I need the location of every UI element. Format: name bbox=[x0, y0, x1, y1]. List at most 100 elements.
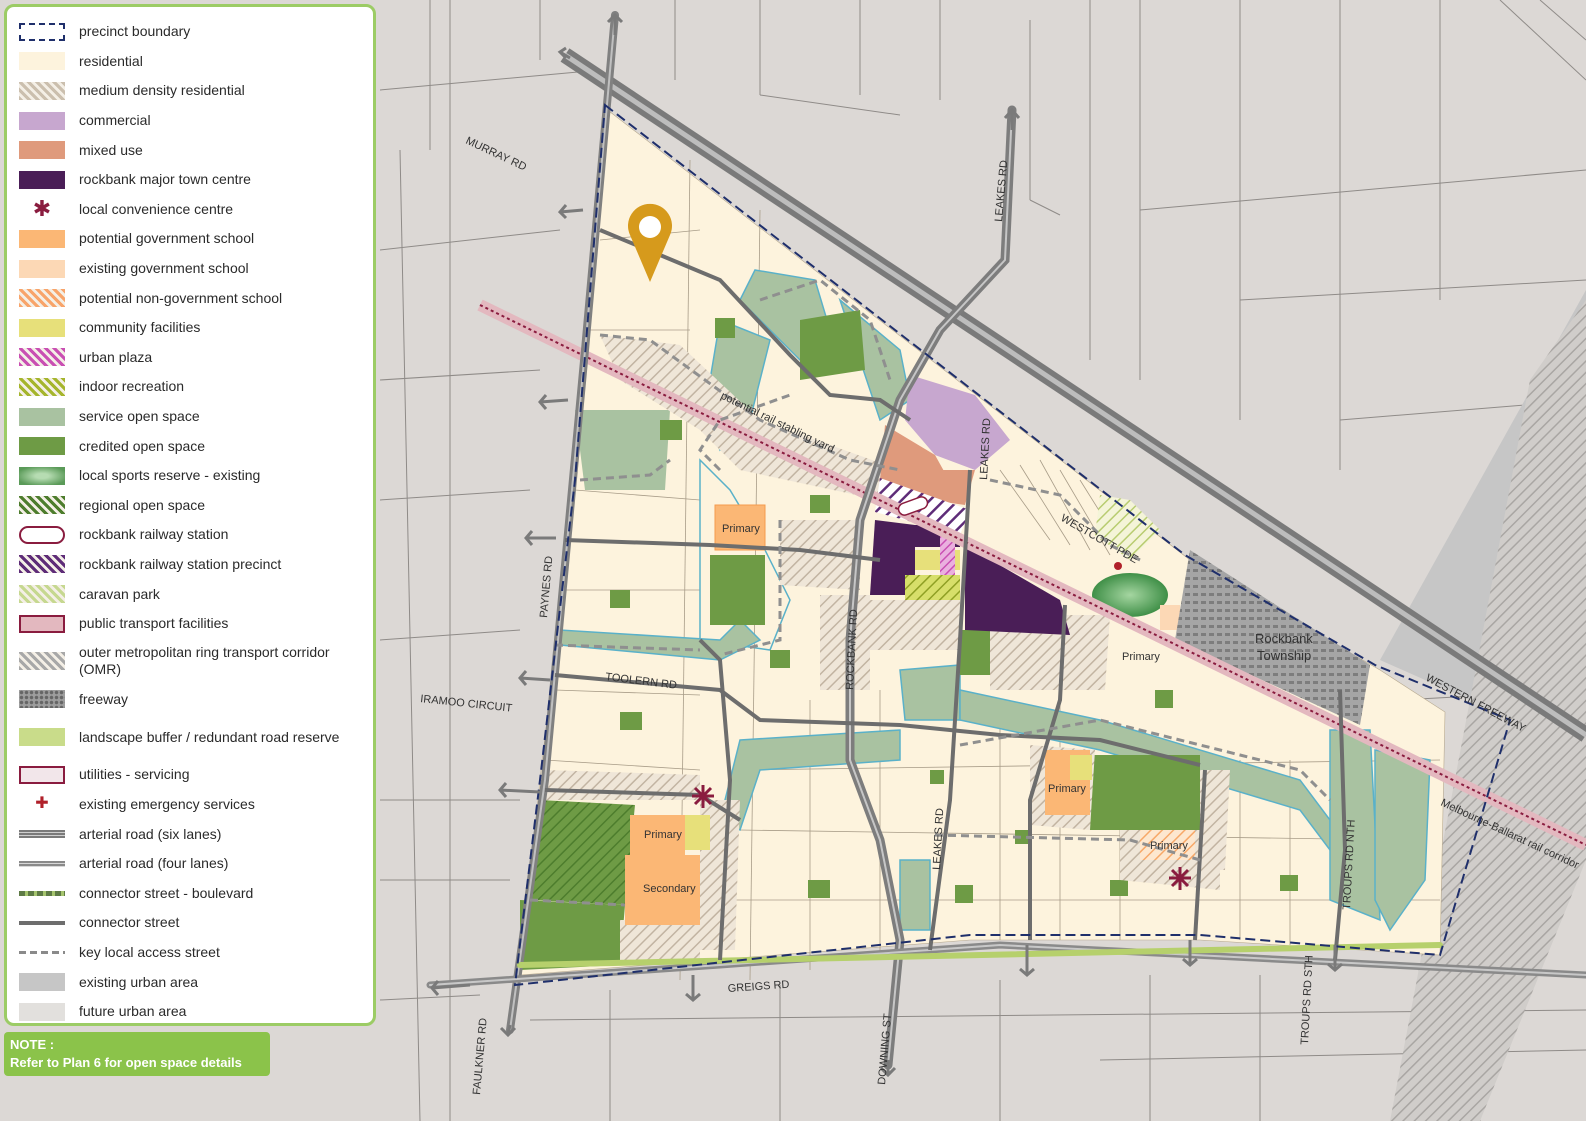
legend-swatch-icon bbox=[19, 141, 65, 160]
label-secondary: Secondary bbox=[643, 883, 696, 895]
legend-label: precinct boundary bbox=[79, 23, 191, 40]
label-rockbank-township-2: Township bbox=[1257, 648, 1311, 663]
legend-item: arterial road (six lanes) bbox=[19, 819, 373, 849]
legend-item: existing urban area bbox=[19, 967, 373, 997]
legend-label: indoor recreation bbox=[79, 378, 185, 395]
legend-swatch-icon bbox=[19, 830, 65, 839]
legend-item: landscape buffer / redundant road reserv… bbox=[19, 714, 373, 760]
legend-swatch-icon: ✚ bbox=[35, 795, 49, 813]
legend-swatch-icon bbox=[19, 728, 65, 747]
legend-label: local convenience centre bbox=[79, 200, 234, 217]
legend-item: local sports reserve - existing bbox=[19, 461, 373, 491]
legend-item: potential non-government school bbox=[19, 283, 373, 313]
legend-item: existing government school bbox=[19, 254, 373, 284]
legend-item: mixed use bbox=[19, 135, 373, 165]
legend-label: rockbank railway station bbox=[79, 526, 229, 543]
label-rockbank-township: Rockbank bbox=[1255, 631, 1313, 646]
label-primary-4: Primary bbox=[1048, 783, 1086, 795]
legend-item: utilities - servicing bbox=[19, 760, 373, 790]
legend-label: rockbank major town centre bbox=[79, 171, 251, 188]
legend-label: future urban area bbox=[79, 1003, 187, 1020]
legend-item: public transport facilities bbox=[19, 609, 373, 639]
legend-item: regional open space bbox=[19, 491, 373, 521]
label-primary-2: Primary bbox=[1122, 651, 1160, 663]
legend-swatch-icon bbox=[19, 407, 65, 426]
legend-swatch-icon bbox=[19, 259, 65, 278]
label-murray-rd: MURRAY RD bbox=[464, 135, 529, 174]
legend-swatch-icon: ✱ bbox=[32, 196, 52, 222]
legend-label: arterial road (six lanes) bbox=[79, 825, 222, 842]
legend-label: outer metropolitan ring transport corrid… bbox=[79, 644, 330, 678]
label-primary-5: Primary bbox=[1150, 840, 1188, 852]
legend-label: service open space bbox=[79, 408, 200, 425]
legend-swatch-icon bbox=[19, 555, 65, 574]
legend-item: ✱ local convenience centre bbox=[19, 195, 373, 225]
legend-item: key local access street bbox=[19, 938, 373, 968]
legend-item: indoor recreation bbox=[19, 372, 373, 402]
legend-swatch-icon bbox=[19, 81, 65, 100]
legend-swatch-icon bbox=[19, 652, 65, 671]
legend-label: freeway bbox=[79, 690, 129, 707]
legend-swatch-icon bbox=[19, 437, 65, 456]
legend-label: credited open space bbox=[79, 437, 206, 454]
label-faulkner-rd: FAULKNER RD bbox=[471, 1017, 490, 1095]
indoor-recreation bbox=[905, 575, 960, 600]
label-primary-1: Primary bbox=[722, 523, 760, 535]
emergency-services-marker bbox=[1114, 562, 1122, 570]
legend-swatch-icon bbox=[19, 950, 65, 954]
legend-label: mixed use bbox=[79, 141, 143, 158]
legend-label: local sports reserve - existing bbox=[79, 467, 261, 484]
legend-swatch-icon bbox=[19, 614, 65, 633]
legend-label: potential government school bbox=[79, 230, 255, 247]
legend-item: medium density residential bbox=[19, 76, 373, 106]
legend-swatch-icon bbox=[19, 377, 65, 396]
legend-swatch-icon bbox=[19, 973, 65, 992]
legend-item: freeway bbox=[19, 684, 373, 714]
legend-item: residential bbox=[19, 47, 373, 77]
legend-item: urban plaza bbox=[19, 343, 373, 373]
legend-swatch-icon bbox=[19, 348, 65, 367]
legend-label: urban plaza bbox=[79, 348, 153, 365]
legend-item: future urban area bbox=[19, 997, 373, 1027]
legend-label: community facilities bbox=[79, 319, 201, 336]
legend-label: connector street bbox=[79, 914, 180, 931]
label-primary-3: Primary bbox=[644, 829, 682, 841]
legend-label: key local access street bbox=[79, 943, 220, 960]
note-title: NOTE : bbox=[10, 1037, 55, 1052]
legend-label: existing government school bbox=[79, 260, 249, 277]
legend-swatch-icon bbox=[19, 170, 65, 189]
legend-label: rockbank railway station precinct bbox=[79, 555, 282, 572]
legend-label: regional open space bbox=[79, 496, 206, 513]
note-text: Refer to Plan 6 for open space details bbox=[10, 1055, 242, 1070]
legend-item: precinct boundary bbox=[19, 17, 373, 47]
note-box: NOTE : Refer to Plan 6 for open space de… bbox=[4, 1032, 270, 1076]
legend-item: caravan park bbox=[19, 579, 373, 609]
legend-item: arterial road (four lanes) bbox=[19, 849, 373, 879]
legend-label: landscape buffer / redundant road reserv… bbox=[79, 728, 340, 745]
legend-label: medium density residential bbox=[79, 82, 245, 99]
legend-swatch-icon bbox=[19, 289, 65, 308]
legend-swatch-icon bbox=[19, 52, 65, 71]
legend-item: connector street - boulevard bbox=[19, 878, 373, 908]
map-legend: precinct boundary residential medium densi… bbox=[4, 4, 376, 1026]
legend-item: rockbank railway station precinct bbox=[19, 550, 373, 580]
legend-swatch-icon bbox=[19, 111, 65, 130]
legend-label: commercial bbox=[79, 112, 151, 129]
legend-label: existing urban area bbox=[79, 973, 199, 990]
legend-swatch-icon bbox=[19, 229, 65, 248]
legend-swatch-icon bbox=[19, 890, 65, 896]
legend-label: utilities - servicing bbox=[79, 766, 190, 783]
label-paynes-rd: PAYNES RD bbox=[538, 555, 555, 618]
legend-label: public transport facilities bbox=[79, 615, 229, 632]
label-iramoo-circuit: IRAMOO CIRCUIT bbox=[420, 693, 513, 715]
regional-open-space bbox=[530, 800, 635, 905]
legend-item: ✚ existing emergency services bbox=[19, 790, 373, 820]
legend-swatch-icon bbox=[19, 466, 65, 485]
legend-item: credited open space bbox=[19, 431, 373, 461]
legend-item: rockbank railway station bbox=[19, 520, 373, 550]
legend-item: rockbank major town centre bbox=[19, 165, 373, 195]
legend-item: potential government school bbox=[19, 224, 373, 254]
legend-label: arterial road (four lanes) bbox=[79, 855, 229, 872]
legend-item: commercial bbox=[19, 106, 373, 136]
legend-swatch-icon bbox=[19, 765, 65, 784]
